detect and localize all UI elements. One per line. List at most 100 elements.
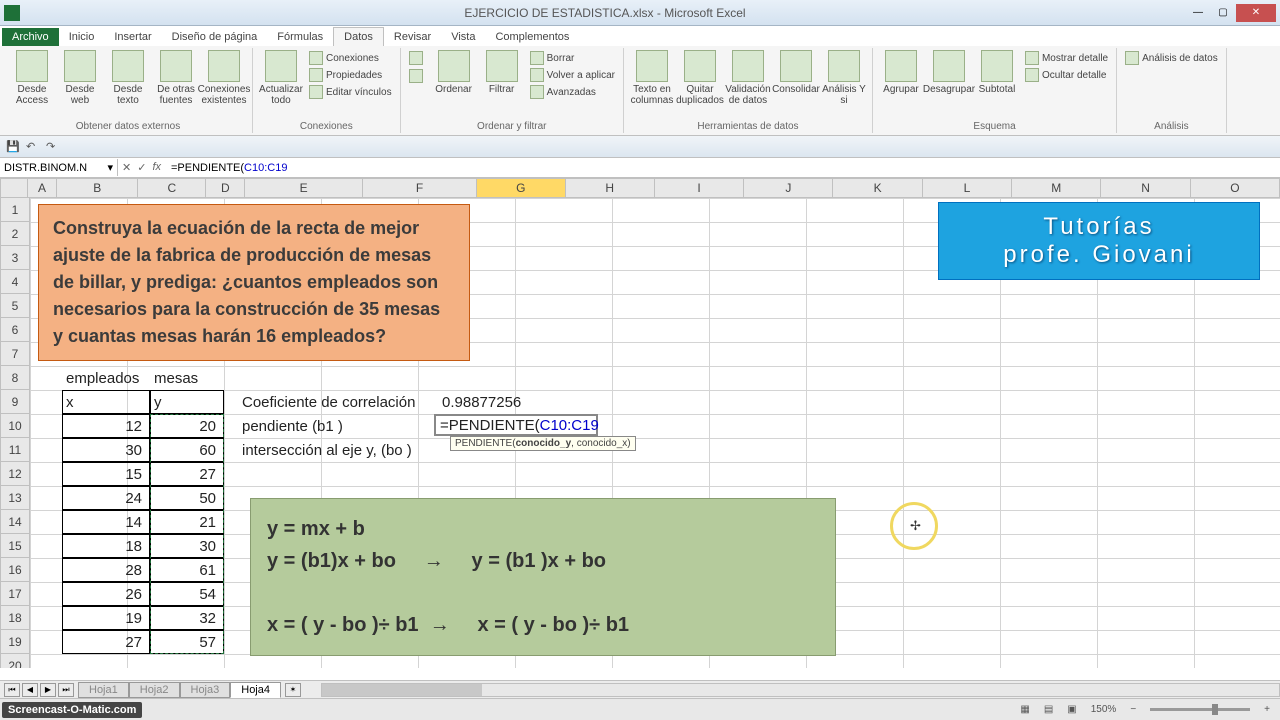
name-box[interactable]: DISTR.BINOM.N▾ xyxy=(0,159,118,176)
redo-icon[interactable]: ↷ xyxy=(46,140,60,154)
file-tab[interactable]: Archivo xyxy=(2,28,59,46)
minimize-button[interactable]: — xyxy=(1186,4,1210,22)
worksheet-grid[interactable]: ABCDEFGHIJKLMNO 123456789101112131415161… xyxy=(0,178,1280,668)
data-cell[interactable]: 12 xyxy=(62,414,146,438)
zoom-slider[interactable] xyxy=(1150,708,1250,711)
col-header-J[interactable]: J xyxy=(744,178,833,198)
save-icon[interactable]: 💾 xyxy=(6,140,20,154)
avanzadas-button[interactable]: Avanzadas xyxy=(528,84,617,100)
desde-texto-button[interactable]: Desde texto xyxy=(106,50,150,106)
row-header-1[interactable]: 1 xyxy=(0,198,30,222)
col-header-C[interactable]: C xyxy=(138,178,206,198)
formula-input[interactable]: =PENDIENTE(C10:C19 xyxy=(165,160,1280,176)
filtrar-button[interactable]: Filtrar xyxy=(480,50,524,95)
col-header-F[interactable]: F xyxy=(363,178,477,198)
texto-columnas-button[interactable]: Texto en columnas xyxy=(630,50,674,106)
restore-button[interactable]: ▢ xyxy=(1211,4,1235,22)
new-sheet-button[interactable]: ✶ xyxy=(285,683,301,697)
select-all-corner[interactable] xyxy=(0,178,28,198)
agrupar-button[interactable]: Agrupar xyxy=(879,50,923,95)
row-header-9[interactable]: 9 xyxy=(0,390,30,414)
data-cell[interactable]: 28 xyxy=(62,558,146,582)
zoom-out-button[interactable]: − xyxy=(1130,704,1136,715)
row-header-11[interactable]: 11 xyxy=(0,438,30,462)
sort-desc-button[interactable] xyxy=(407,68,428,84)
propiedades-button[interactable]: Propiedades xyxy=(307,67,394,83)
data-cell[interactable]: 15 xyxy=(62,462,146,486)
accept-formula-icon[interactable]: ✓ xyxy=(137,161,146,174)
row-header-16[interactable]: 16 xyxy=(0,558,30,582)
row-header-10[interactable]: 10 xyxy=(0,414,30,438)
tab-insertar[interactable]: Insertar xyxy=(104,28,161,46)
row-header-2[interactable]: 2 xyxy=(0,222,30,246)
sheet-nav-last[interactable]: ⏭ xyxy=(58,683,74,697)
cancel-formula-icon[interactable]: ✕ xyxy=(122,161,131,174)
row-header-7[interactable]: 7 xyxy=(0,342,30,366)
data-cell[interactable]: 27 xyxy=(62,630,146,654)
quitar-duplicados-button[interactable]: Quitar duplicados xyxy=(678,50,722,106)
analisis-datos-button[interactable]: Análisis de datos xyxy=(1123,50,1220,66)
ordenar-button[interactable]: Ordenar xyxy=(432,50,476,95)
conexiones-existentes-button[interactable]: Conexiones existentes xyxy=(202,50,246,106)
subtotal-button[interactable]: Subtotal xyxy=(975,50,1019,95)
data-cell[interactable]: 14 xyxy=(62,510,146,534)
col-header-D[interactable]: D xyxy=(206,178,245,198)
tab-inicio[interactable]: Inicio xyxy=(59,28,105,46)
row-header-4[interactable]: 4 xyxy=(0,270,30,294)
row-header-15[interactable]: 15 xyxy=(0,534,30,558)
otras-fuentes-button[interactable]: De otras fuentes xyxy=(154,50,198,106)
row-header-8[interactable]: 8 xyxy=(0,366,30,390)
col-header-H[interactable]: H xyxy=(566,178,655,198)
data-cell[interactable]: 30 xyxy=(62,438,146,462)
sheet-tab-hoja2[interactable]: Hoja2 xyxy=(129,682,180,698)
actualizar-todo-button[interactable]: Actualizar todo xyxy=(259,50,303,106)
view-pagebreak-icon[interactable]: ▣ xyxy=(1067,704,1076,715)
consolidar-button[interactable]: Consolidar xyxy=(774,50,818,95)
row-header-18[interactable]: 18 xyxy=(0,606,30,630)
sheet-tab-hoja4[interactable]: Hoja4 xyxy=(230,682,281,698)
close-button[interactable]: ✕ xyxy=(1236,4,1276,22)
col-header-N[interactable]: N xyxy=(1101,178,1190,198)
tab-revisar[interactable]: Revisar xyxy=(384,28,441,46)
borrar-button[interactable]: Borrar xyxy=(528,50,617,66)
row-header-19[interactable]: 19 xyxy=(0,630,30,654)
sheet-nav-next[interactable]: ▶ xyxy=(40,683,56,697)
desde-web-button[interactable]: Desde web xyxy=(58,50,102,106)
data-cell[interactable]: 18 xyxy=(62,534,146,558)
undo-icon[interactable]: ↶ xyxy=(26,140,40,154)
col-header-G[interactable]: G xyxy=(477,178,565,198)
col-header-B[interactable]: B xyxy=(57,178,138,198)
zoom-in-button[interactable]: + xyxy=(1264,704,1270,715)
validacion-button[interactable]: Validación de datos xyxy=(726,50,770,106)
col-header-K[interactable]: K xyxy=(833,178,922,198)
sheet-tab-hoja1[interactable]: Hoja1 xyxy=(78,682,129,698)
row-header-12[interactable]: 12 xyxy=(0,462,30,486)
fx-icon[interactable]: fx xyxy=(152,161,161,174)
sheet-tab-hoja3[interactable]: Hoja3 xyxy=(180,682,231,698)
tab-vista[interactable]: Vista xyxy=(441,28,485,46)
analisis-ysi-button[interactable]: Análisis Y si xyxy=(822,50,866,106)
row-header-14[interactable]: 14 xyxy=(0,510,30,534)
row-header-13[interactable]: 13 xyxy=(0,486,30,510)
row-header-5[interactable]: 5 xyxy=(0,294,30,318)
tab-formulas[interactable]: Fórmulas xyxy=(267,28,333,46)
col-header-A[interactable]: A xyxy=(28,178,58,198)
volver-aplicar-button[interactable]: Volver a aplicar xyxy=(528,67,617,83)
cell-editor[interactable]: =PENDIENTE(C10:C19 xyxy=(434,414,598,436)
sheet-nav-prev[interactable]: ◀ xyxy=(22,683,38,697)
row-header-6[interactable]: 6 xyxy=(0,318,30,342)
col-header-O[interactable]: O xyxy=(1191,178,1280,198)
col-header-E[interactable]: E xyxy=(245,178,363,198)
row-header-20[interactable]: 20 xyxy=(0,654,30,668)
row-header-3[interactable]: 3 xyxy=(0,246,30,270)
editar-vinculos-button[interactable]: Editar vínculos xyxy=(307,84,394,100)
desde-access-button[interactable]: Desde Access xyxy=(10,50,54,106)
tab-diseno[interactable]: Diseño de página xyxy=(162,28,268,46)
tab-complementos[interactable]: Complementos xyxy=(485,28,579,46)
sort-asc-button[interactable] xyxy=(407,50,428,66)
data-cell[interactable]: 24 xyxy=(62,486,146,510)
col-header-M[interactable]: M xyxy=(1012,178,1101,198)
sheet-nav-first[interactable]: ⏮ xyxy=(4,683,20,697)
horizontal-scrollbar[interactable] xyxy=(321,683,1280,697)
view-layout-icon[interactable]: ▤ xyxy=(1044,704,1053,715)
